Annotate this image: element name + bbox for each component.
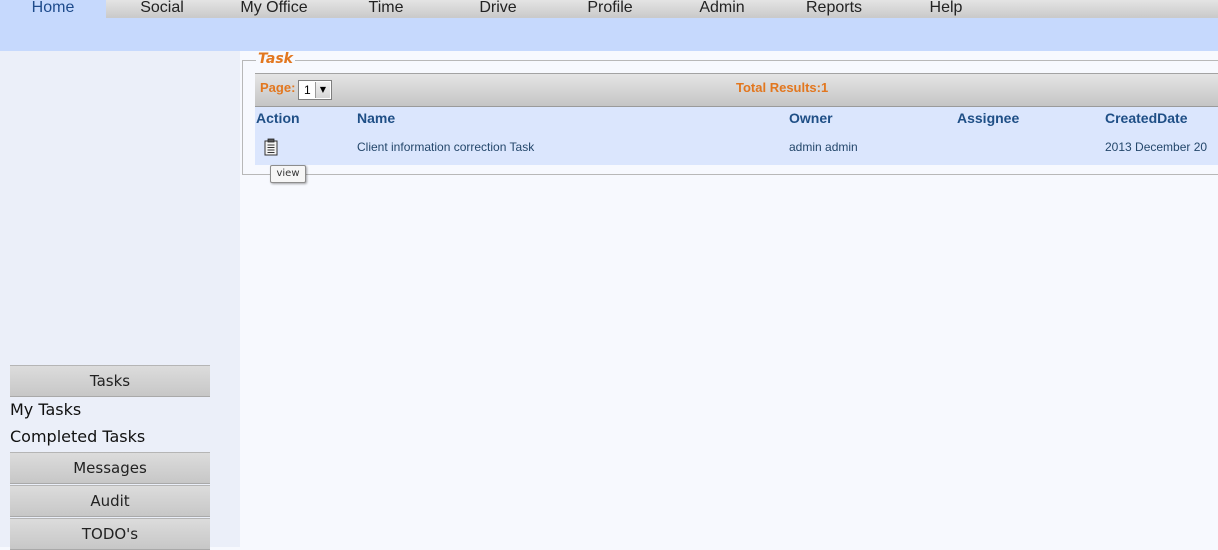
column-header-created-date[interactable]: CreatedDate xyxy=(1105,110,1187,126)
nav-tab-time[interactable]: Time xyxy=(351,0,421,18)
nav-tab-social[interactable]: Social xyxy=(122,0,202,18)
page-select-value: 1 xyxy=(304,83,311,97)
view-tooltip: view xyxy=(270,165,306,183)
clipboard-icon[interactable] xyxy=(264,138,278,156)
nav-tab-drive[interactable]: Drive xyxy=(463,0,533,18)
task-owner-cell: admin admin xyxy=(789,140,858,154)
nav-tab-admin[interactable]: Admin xyxy=(688,0,756,18)
task-legend: Task xyxy=(256,51,295,67)
page-label: Page: xyxy=(260,80,296,95)
nav-tab-reports[interactable]: Reports xyxy=(796,0,872,18)
nav-tab-help[interactable]: Help xyxy=(918,0,974,18)
sub-nav-bar xyxy=(0,18,1218,51)
todos-section-button[interactable]: TODO's xyxy=(10,518,210,550)
completed-tasks-link[interactable]: Completed Tasks xyxy=(10,427,145,446)
page-select[interactable]: 1 ▼ xyxy=(298,80,332,100)
nav-tab-my-office[interactable]: My Office xyxy=(228,0,320,18)
messages-section-button[interactable]: Messages xyxy=(10,452,210,484)
total-results: Total Results:1 xyxy=(736,80,829,95)
task-created-date-cell: 2013 December 20 xyxy=(1105,140,1208,154)
top-nav-bar: Home Social My Office Time Drive Profile… xyxy=(0,0,1218,22)
my-tasks-link[interactable]: My Tasks xyxy=(10,400,81,419)
nav-tab-profile[interactable]: Profile xyxy=(572,0,648,18)
column-header-assignee[interactable]: Assignee xyxy=(957,110,1019,126)
audit-section-button[interactable]: Audit xyxy=(10,485,210,517)
column-header-action[interactable]: Action xyxy=(256,110,300,126)
task-name-cell[interactable]: Client information correction Task xyxy=(357,140,534,154)
column-header-owner[interactable]: Owner xyxy=(789,110,833,126)
column-header-name[interactable]: Name xyxy=(357,110,395,126)
chevron-down-icon[interactable]: ▼ xyxy=(315,82,330,98)
tasks-section-button[interactable]: Tasks xyxy=(10,365,210,397)
results-table xyxy=(255,107,1218,165)
